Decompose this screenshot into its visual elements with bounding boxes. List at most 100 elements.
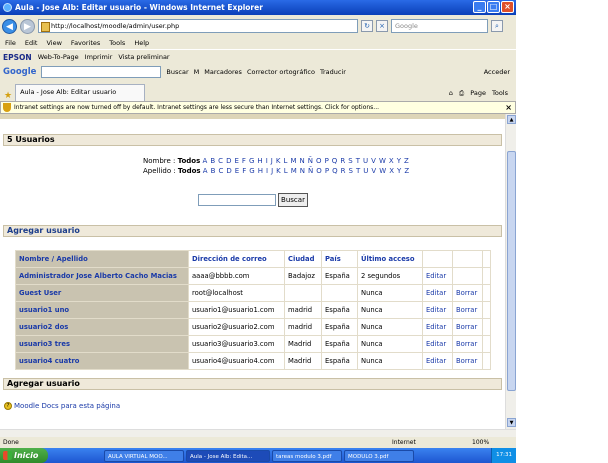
taskbar-item[interactable]: MODULO 3.pdf xyxy=(344,449,414,462)
delete-link[interactable]: Borrar xyxy=(456,289,477,297)
delete-link[interactable]: Borrar xyxy=(456,306,477,314)
user-last-access: Nunca xyxy=(357,335,423,353)
user-last-access: Nunca xyxy=(357,318,423,336)
menu-view[interactable]: View xyxy=(46,39,61,47)
signin-button[interactable]: Acceder xyxy=(484,68,510,76)
edit-link[interactable]: Editar xyxy=(426,272,446,280)
apellido-label: Apellido : xyxy=(143,167,176,175)
forward-button[interactable]: ▶ xyxy=(20,18,35,34)
email-column-header[interactable]: Dirección de correo xyxy=(188,250,285,268)
search-icon[interactable]: ⌕ xyxy=(491,20,503,32)
user-name-link[interactable]: usuario2 dos xyxy=(15,318,189,336)
search-button[interactable]: Buscar xyxy=(278,193,308,207)
menu-favorites[interactable]: Favorites xyxy=(71,39,100,47)
tools-menu[interactable]: Tools xyxy=(492,89,508,98)
google-search-input[interactable] xyxy=(41,66,162,78)
delete-link[interactable]: Borrar xyxy=(456,357,477,365)
user-name-link[interactable]: Guest User xyxy=(15,284,189,302)
favorites-star-icon[interactable]: ★ xyxy=(4,91,12,101)
add-user-heading-bottom[interactable]: Agregar usuario xyxy=(3,378,502,390)
url-field[interactable]: http://localhost/moodle/admin/user.php xyxy=(38,19,358,33)
taskbar-item-active[interactable]: Aula - Jose Alb: Edita... xyxy=(186,449,270,462)
letter-links-apellido[interactable]: A B C D E F G H I J K L M N Ñ O P Q R S … xyxy=(203,167,410,175)
shield-icon xyxy=(3,103,11,112)
gmail-icon[interactable]: M xyxy=(194,68,200,76)
taskbar-item[interactable]: tareas modulo 3.pdf xyxy=(272,449,342,462)
web-to-page-button[interactable]: Web-To-Page xyxy=(38,53,79,61)
user-name-link[interactable]: usuario3 tres xyxy=(15,335,189,353)
status-text: Done xyxy=(3,439,19,446)
last-access-column-header[interactable]: Último acceso xyxy=(357,250,423,268)
table-row: Administrador Jose Alberto Cacho Macias … xyxy=(15,267,491,285)
menu-file[interactable]: File xyxy=(5,39,16,47)
menu-tools[interactable]: Tools xyxy=(109,39,125,47)
delete-link[interactable]: Borrar xyxy=(456,323,477,331)
all-link-nombre[interactable]: Todos xyxy=(178,157,201,165)
print-icon[interactable]: ⎙ xyxy=(459,89,464,98)
menu-edit[interactable]: Edit xyxy=(25,39,38,47)
user-name-link[interactable]: usuario4 cuatro xyxy=(15,352,189,370)
user-name-link[interactable]: usuario1 uno xyxy=(15,301,189,319)
bookmarks-button[interactable]: Marcadores xyxy=(204,68,242,76)
country-column-header[interactable]: País xyxy=(321,250,358,268)
back-button[interactable]: ◀ xyxy=(2,18,17,34)
user-city: Madrid xyxy=(284,335,322,353)
moodle-docs-link[interactable]: ? Moodle Docs para esta página xyxy=(4,402,120,410)
user-last-access: 2 segundos xyxy=(357,267,423,285)
preview-button[interactable]: Vista preliminar xyxy=(118,53,169,61)
letter-links-nombre[interactable]: A B C D E F G H I J K L M N Ñ O P Q R S … xyxy=(203,157,410,165)
user-name-link[interactable]: Administrador Jose Alberto Cacho Macias xyxy=(15,267,189,285)
horizontal-scrollbar[interactable] xyxy=(0,429,516,437)
menu-help[interactable]: Help xyxy=(134,39,149,47)
close-button[interactable]: × xyxy=(501,1,514,13)
edit-link[interactable]: Editar xyxy=(426,340,446,348)
search-input[interactable]: Google xyxy=(391,19,488,33)
taskbar-item[interactable]: AULA VIRTUAL MOO... xyxy=(104,449,184,462)
user-country: España xyxy=(321,267,358,285)
print-button[interactable]: Imprimir xyxy=(85,53,113,61)
user-email: aaaa@bbbb.com xyxy=(188,267,285,285)
refresh-icon[interactable]: ↻ xyxy=(361,20,373,32)
user-email: usuario4@usuario4.com xyxy=(188,352,285,370)
start-button[interactable]: Inicio xyxy=(0,448,48,463)
vertical-scrollbar[interactable]: ▲ ▼ xyxy=(505,114,516,429)
user-city xyxy=(284,284,322,302)
name-column-header[interactable]: Nombre / Apellido xyxy=(15,250,189,268)
add-user-heading[interactable]: Agregar usuario xyxy=(3,225,502,237)
table-row: usuario2 dos usuario2@usuario2.com madri… xyxy=(15,318,491,336)
close-icon[interactable]: × xyxy=(505,102,512,113)
command-bar: ⌂ ⎙ Page Tools xyxy=(449,89,516,101)
translate-button[interactable]: Traducir xyxy=(320,68,346,76)
info-bar[interactable]: Intranet settings are now turned off by … xyxy=(0,101,516,114)
zoom-level[interactable]: 100% xyxy=(472,437,489,448)
edit-link[interactable]: Editar xyxy=(426,357,446,365)
google-logo: Google xyxy=(3,67,37,77)
maximize-button[interactable]: □ xyxy=(487,1,500,13)
tab-active[interactable]: Aula - Jose Alb: Editar usuario xyxy=(15,84,146,101)
home-icon[interactable]: ⌂ xyxy=(449,89,453,98)
google-search-button[interactable]: Buscar xyxy=(166,68,188,76)
edit-link[interactable]: Editar xyxy=(426,323,446,331)
edit-link[interactable]: Editar xyxy=(426,306,446,314)
city-column-header[interactable]: Ciudad xyxy=(284,250,322,268)
scroll-up-icon[interactable]: ▲ xyxy=(507,115,516,124)
all-link-apellido[interactable]: Todos xyxy=(178,167,201,175)
clock: 17:31 xyxy=(496,452,512,458)
sort-by-name-link[interactable]: Nombre xyxy=(19,255,49,263)
table-row: usuario1 uno usuario1@usuario1.com madri… xyxy=(15,301,491,319)
spellcheck-button[interactable]: Corrector ortográfico xyxy=(247,68,315,76)
minimize-button[interactable]: _ xyxy=(473,1,486,13)
table-row: Guest User root@localhost Nunca Editar B… xyxy=(15,284,491,302)
scroll-thumb[interactable] xyxy=(507,151,516,391)
user-country: España xyxy=(321,335,358,353)
delete-link[interactable]: Borrar xyxy=(456,340,477,348)
edit-link[interactable]: Editar xyxy=(426,289,446,297)
browser-window: Aula - Jose Alb: Editar usuario - Window… xyxy=(0,0,516,463)
sort-by-surname-link[interactable]: Apellido xyxy=(57,255,88,263)
scroll-down-icon[interactable]: ▼ xyxy=(507,418,516,427)
epson-logo: EPSON xyxy=(3,52,32,62)
moodle-docs-label[interactable]: Moodle Docs para esta página xyxy=(14,402,120,410)
page-menu[interactable]: Page xyxy=(470,89,486,98)
stop-icon[interactable]: × xyxy=(376,20,388,32)
user-search-input[interactable] xyxy=(198,194,276,206)
